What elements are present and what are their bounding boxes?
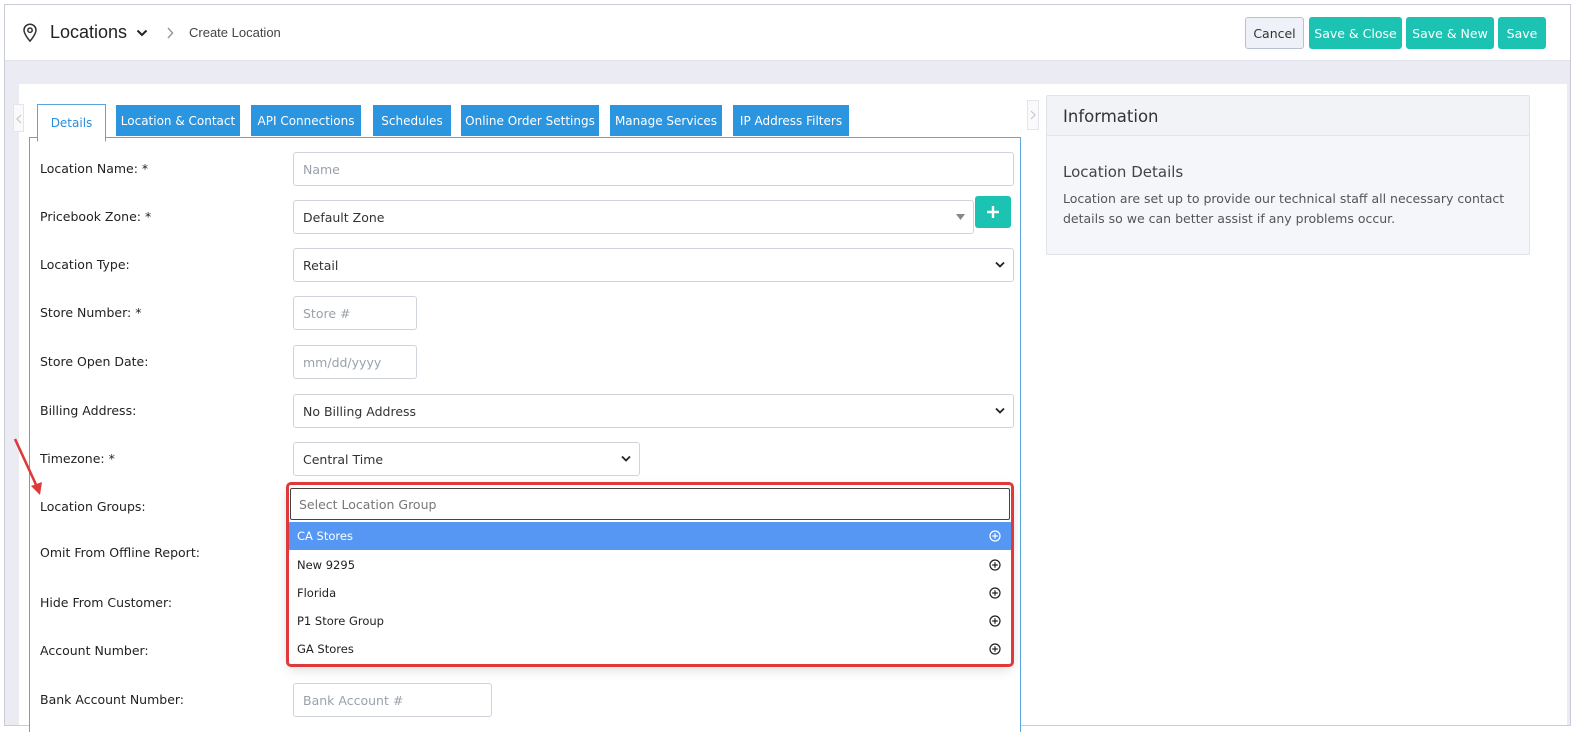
dropdown-option-new-9295[interactable]: New 9295 bbox=[289, 551, 1011, 579]
store-open-date-label: Store Open Date: bbox=[40, 354, 149, 369]
pricebook-zone-value: Default Zone bbox=[303, 209, 385, 225]
pricebook-zone-select[interactable]: Default Zone bbox=[293, 200, 974, 234]
timezone-select[interactable]: Central Time bbox=[293, 442, 640, 476]
location-groups-label: Location Groups: bbox=[40, 499, 146, 514]
tabs-scroll-left[interactable] bbox=[13, 104, 24, 132]
tab-schedules[interactable]: Schedules bbox=[373, 105, 451, 136]
bank-account-placeholder: Bank Account # bbox=[303, 692, 404, 708]
billing-address-select[interactable]: No Billing Address bbox=[293, 394, 1014, 428]
chevron-left-icon bbox=[16, 114, 22, 124]
option-label: New 9295 bbox=[297, 558, 356, 572]
caret-down-icon bbox=[956, 214, 965, 220]
location-groups-dropdown: Select Location Group CA Stores New 9295… bbox=[289, 485, 1011, 664]
option-label: Florida bbox=[297, 586, 337, 600]
store-open-date-placeholder: mm/dd/yyyy bbox=[303, 354, 382, 370]
option-label: P1 Store Group bbox=[297, 614, 384, 628]
dropdown-option-florida[interactable]: Florida bbox=[289, 579, 1011, 607]
dropdown-option-ga-stores[interactable]: GA Stores bbox=[289, 635, 1011, 663]
store-open-date-input[interactable]: mm/dd/yyyy bbox=[293, 345, 417, 379]
location-type-label: Location Type: bbox=[40, 257, 130, 272]
chevron-down-icon bbox=[995, 407, 1005, 414]
chevron-right-icon bbox=[167, 27, 174, 39]
omit-offline-label: Omit From Offline Report: bbox=[40, 545, 200, 560]
top-bar: Locations Create Location Cancel Save & … bbox=[5, 5, 1570, 61]
add-circle-icon bbox=[989, 643, 1001, 655]
location-type-value: Retail bbox=[303, 257, 339, 273]
location-name-placeholder: Name bbox=[303, 161, 340, 177]
store-number-input[interactable]: Store # bbox=[293, 296, 417, 330]
tab-online-order-settings[interactable]: Online Order Settings bbox=[461, 105, 599, 136]
option-label: CA Stores bbox=[297, 529, 353, 543]
annotation-arrow-icon bbox=[13, 438, 42, 495]
tab-manage-services[interactable]: Manage Services bbox=[610, 105, 722, 136]
save-close-button[interactable]: Save & Close bbox=[1309, 17, 1402, 49]
add-circle-icon bbox=[989, 530, 1001, 542]
chevron-down-icon bbox=[621, 455, 631, 462]
timezone-label: Timezone: * bbox=[40, 451, 115, 466]
timezone-value: Central Time bbox=[303, 451, 384, 467]
information-panel: Information Location Details Location ar… bbox=[1046, 95, 1530, 255]
location-type-select[interactable]: Retail bbox=[293, 248, 1014, 282]
save-new-button[interactable]: Save & New bbox=[1406, 17, 1494, 49]
store-number-label: Store Number: * bbox=[40, 305, 142, 320]
add-circle-icon bbox=[989, 615, 1001, 627]
breadcrumb-title[interactable]: Locations bbox=[50, 22, 127, 43]
chevron-down-icon[interactable] bbox=[136, 28, 148, 38]
tab-ip-address-filters[interactable]: IP Address Filters bbox=[733, 105, 849, 136]
tab-api-connections[interactable]: API Connections bbox=[251, 105, 361, 136]
chevron-down-icon bbox=[995, 261, 1005, 268]
information-title: Information bbox=[1063, 107, 1159, 126]
location-groups-placeholder: Select Location Group bbox=[299, 496, 437, 512]
store-number-placeholder: Store # bbox=[303, 305, 351, 321]
plus-icon bbox=[987, 206, 999, 218]
bank-account-input[interactable]: Bank Account # bbox=[293, 683, 492, 717]
tab-location-contact[interactable]: Location & Contact bbox=[116, 105, 240, 136]
dropdown-option-ca-stores[interactable]: CA Stores bbox=[289, 522, 1011, 550]
tabs-scroll-right[interactable] bbox=[1027, 100, 1039, 130]
breadcrumb-current: Create Location bbox=[189, 25, 281, 40]
add-circle-icon bbox=[989, 559, 1001, 571]
hide-customer-label: Hide From Customer: bbox=[40, 595, 173, 610]
billing-address-label: Billing Address: bbox=[40, 403, 137, 418]
cancel-button[interactable]: Cancel bbox=[1245, 17, 1304, 49]
dropdown-option-p1-store-group[interactable]: P1 Store Group bbox=[289, 607, 1011, 635]
tab-details[interactable]: Details bbox=[37, 104, 106, 142]
location-pin-icon bbox=[23, 23, 37, 43]
information-subtitle: Location Details bbox=[1063, 163, 1184, 181]
information-text: Location are set up to provide our techn… bbox=[1063, 191, 1505, 226]
add-pricebook-zone-button[interactable] bbox=[975, 196, 1011, 228]
account-number-label: Account Number: bbox=[40, 643, 149, 658]
add-circle-icon bbox=[989, 587, 1001, 599]
chevron-right-icon bbox=[1030, 110, 1036, 120]
bank-account-label: Bank Account Number: bbox=[40, 692, 185, 707]
option-label: GA Stores bbox=[297, 642, 354, 656]
save-button[interactable]: Save bbox=[1498, 17, 1546, 49]
information-header: Information bbox=[1047, 96, 1529, 136]
location-name-label: Location Name: * bbox=[40, 161, 149, 176]
pricebook-zone-label: Pricebook Zone: * bbox=[40, 209, 152, 224]
location-name-input[interactable]: Name bbox=[293, 152, 1014, 186]
location-groups-search-input[interactable]: Select Location Group bbox=[290, 488, 1010, 520]
billing-address-value: No Billing Address bbox=[303, 403, 417, 419]
